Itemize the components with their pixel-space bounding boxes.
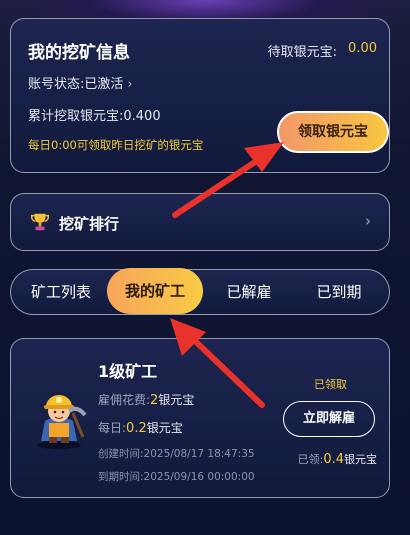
daily-claim-notice: 每日0:00可领取昨日挖矿的银元宝 (28, 138, 204, 152)
total-mined-text: 累计挖取银元宝:0.400 (28, 109, 161, 124)
tab-expired[interactable]: 已到期 (295, 270, 383, 314)
tab-worker-list[interactable]: 矿工列表 (17, 270, 105, 314)
received-unit: 银元宝 (344, 453, 377, 466)
worker-level-title: 1级矿工 (98, 362, 158, 381)
received-value: 0.4 (323, 452, 344, 467)
worker-card: 1级矿工 雇佣花费:2银元宝 每日:0.2银元宝 创建时间:2025/08/17… (10, 338, 390, 498)
fire-now-button[interactable]: 立即解雇 (283, 401, 375, 437)
tab-my-workers[interactable]: 我的矿工 (107, 268, 203, 314)
mining-info-title: 我的挖矿信息 (28, 43, 130, 63)
account-status-text: 账号状态:已激活 (28, 77, 124, 92)
worker-tabs: 矿工列表 我的矿工 已解雇 已到期 (10, 268, 390, 315)
daily-yield-unit: 银元宝 (146, 421, 183, 435)
daily-yield-line: 每日:0.2银元宝 (98, 419, 183, 436)
hire-fee-unit: 银元宝 (158, 393, 195, 407)
hire-fee-line: 雇佣花费:2银元宝 (98, 391, 194, 408)
received-label: 已领: (297, 453, 324, 466)
account-status-link[interactable]: 账号状态:已激活 › (28, 73, 133, 92)
trophy-icon (31, 213, 49, 231)
created-time: 创建时间:2025/08/17 18:47:35 (98, 448, 255, 460)
daily-yield-value: 0.2 (126, 421, 147, 436)
mining-info-card: 我的挖矿信息 待取银元宝: 0.00 账号状态:已激活 › 累计挖取银元宝:0.4… (10, 18, 390, 173)
expire-time: 到期时间:2025/09/16 00:00:00 (98, 471, 255, 483)
chevron-right-icon: › (127, 77, 133, 92)
miner-avatar-icon (37, 395, 87, 449)
received-line: 已领:0.4银元宝 (298, 451, 377, 467)
pending-value: 0.00 (348, 41, 377, 56)
chevron-right-icon: › (365, 212, 371, 230)
daily-yield-label: 每日: (98, 421, 127, 435)
pending-label: 待取银元宝: (267, 45, 337, 60)
claim-silver-button[interactable]: 领取银元宝 (277, 111, 389, 153)
mining-rank-row[interactable]: 挖矿排行 › (10, 193, 390, 251)
mining-rank-label: 挖矿排行 (59, 215, 120, 233)
tab-fired[interactable]: 已解雇 (205, 270, 293, 314)
claimed-status-badge: 已领取 (314, 378, 347, 391)
hire-fee-label: 雇佣花费: (98, 393, 151, 407)
